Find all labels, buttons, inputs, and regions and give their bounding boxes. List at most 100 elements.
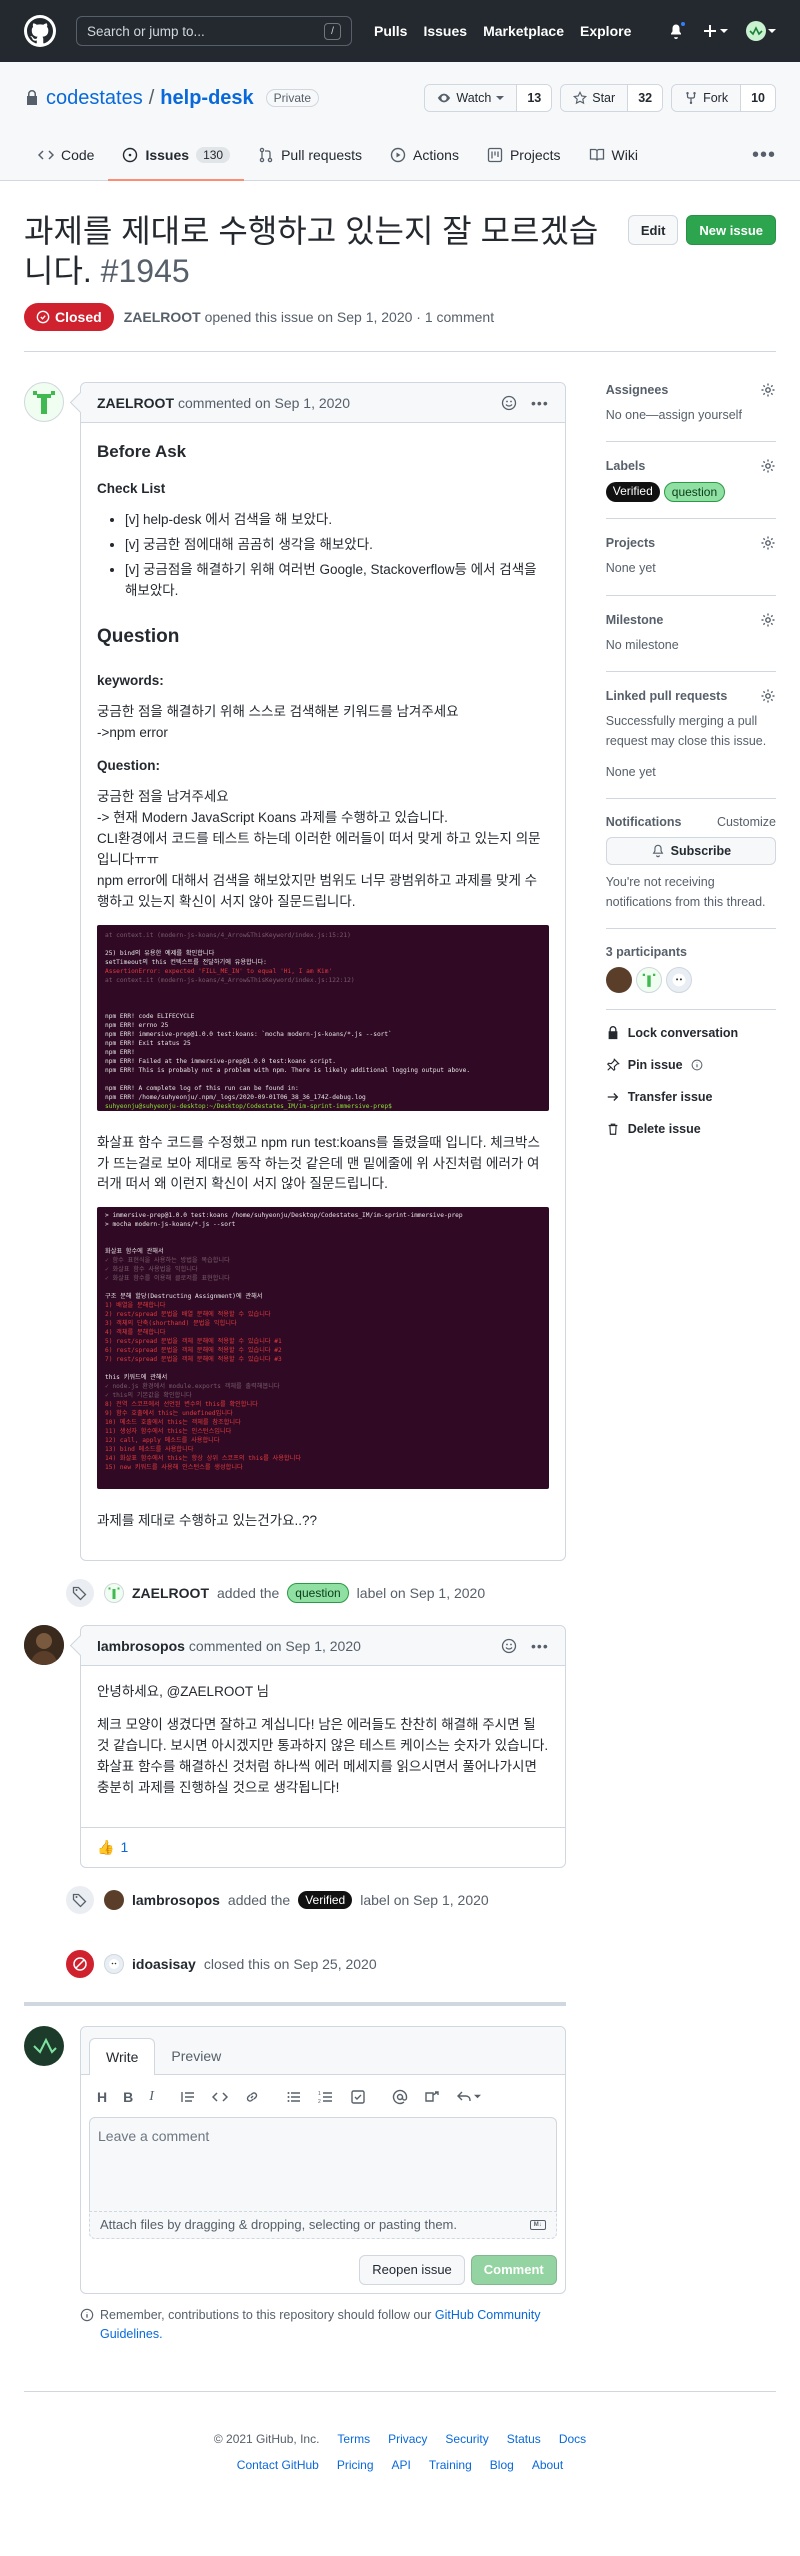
- footer-link-privacy[interactable]: Privacy: [388, 2432, 427, 2446]
- edit-title-button[interactable]: Edit: [627, 215, 679, 245]
- issue-author-link[interactable]: ZAELROOT: [124, 309, 201, 325]
- github-logo-icon[interactable]: [24, 15, 56, 47]
- checklist: [v] help-desk 에서 검색을 해 보았다. [v] 궁금한 점에대해…: [125, 510, 549, 602]
- watch-button[interactable]: Watch 13: [424, 84, 553, 112]
- nav-marketplace[interactable]: Marketplace: [483, 23, 564, 39]
- avatar[interactable]: [605, 967, 632, 993]
- bold-icon[interactable]: B: [123, 2089, 133, 2105]
- comment-date[interactable]: commented on Sep 1, 2020: [189, 1638, 361, 1654]
- footer-link-about[interactable]: About: [532, 2458, 563, 2472]
- footer-link-blog[interactable]: Blog: [490, 2458, 514, 2472]
- star-button[interactable]: Star 32: [560, 84, 664, 112]
- event-actor-link[interactable]: idoasisay: [132, 1956, 196, 1972]
- create-new-menu[interactable]: [702, 23, 728, 39]
- fork-count: 10: [741, 85, 775, 111]
- event-actor-link[interactable]: ZAELROOT: [132, 1585, 209, 1601]
- comment-button[interactable]: Comment: [470, 2254, 557, 2285]
- repo-owner-link[interactable]: codestates: [46, 87, 143, 110]
- markdown-icon[interactable]: M↓: [529, 2219, 546, 2230]
- terminal-screenshot[interactable]: > immersive-prep@1.0.0 test:koans /home/…: [97, 1207, 549, 1490]
- label-verified[interactable]: Verified: [298, 1890, 353, 1909]
- tab-write[interactable]: Write: [89, 2037, 156, 2075]
- unordered-list-icon[interactable]: [286, 2089, 302, 2105]
- avatar[interactable]: [665, 967, 692, 993]
- kebab-horizontal-icon[interactable]: •••: [531, 1638, 549, 1654]
- avatar[interactable]: [24, 2025, 64, 2066]
- gear-icon[interactable]: [760, 535, 776, 551]
- tab-code[interactable]: Code: [24, 130, 108, 180]
- footer-link-pricing[interactable]: Pricing: [337, 2458, 374, 2472]
- smiley-icon[interactable]: [501, 395, 517, 411]
- tab-actions[interactable]: Actions: [376, 130, 473, 180]
- heading-icon[interactable]: H: [97, 2089, 107, 2105]
- thumbs-up-reaction[interactable]: 👍 1: [97, 1839, 128, 1856]
- tab-projects[interactable]: Projects: [473, 130, 575, 180]
- ordered-list-icon[interactable]: 12: [318, 2089, 334, 2105]
- new-issue-button[interactable]: New issue: [686, 215, 776, 245]
- tasklist-icon[interactable]: [350, 2089, 366, 2105]
- customize-link[interactable]: Customize: [717, 815, 776, 829]
- avatar[interactable]: [635, 967, 662, 993]
- footer-link-status[interactable]: Status: [507, 2432, 541, 2446]
- transfer-issue-button[interactable]: Transfer issue: [606, 1090, 776, 1104]
- avatar[interactable]: [104, 1583, 124, 1604]
- gear-icon[interactable]: [760, 612, 776, 628]
- avatar[interactable]: [104, 1953, 124, 1974]
- repo-separator: /: [148, 86, 155, 109]
- tab-wiki[interactable]: Wiki: [575, 130, 652, 180]
- footer-link-api[interactable]: API: [392, 2458, 411, 2472]
- delete-issue-button[interactable]: Delete issue: [606, 1122, 776, 1136]
- footer-link-contact[interactable]: Contact GitHub: [237, 2458, 319, 2472]
- global-nav: Pulls Issues Marketplace Explore: [374, 23, 631, 39]
- user-menu[interactable]: [746, 21, 776, 41]
- nav-pulls[interactable]: Pulls: [374, 23, 407, 39]
- italic-icon[interactable]: I: [149, 2089, 154, 2105]
- tab-preview[interactable]: Preview: [155, 2038, 237, 2074]
- attach-files-bar[interactable]: Attach files by dragging & dropping, sel…: [89, 2210, 557, 2239]
- lock-conversation-button[interactable]: Lock conversation: [606, 1026, 776, 1040]
- search-input[interactable]: Search or jump to... /: [76, 16, 352, 46]
- reopen-issue-button[interactable]: Reopen issue: [359, 2254, 465, 2285]
- bell-icon: [652, 844, 664, 858]
- label-verified[interactable]: Verified: [605, 482, 660, 503]
- subscribe-button[interactable]: Subscribe: [605, 837, 776, 866]
- tab-issues[interactable]: Issues 130: [108, 130, 244, 181]
- quote-icon[interactable]: [180, 2089, 196, 2105]
- gear-icon[interactable]: [760, 458, 776, 474]
- reply-icon[interactable]: [456, 2089, 481, 2105]
- link-icon[interactable]: [244, 2089, 260, 2105]
- label-question[interactable]: question: [663, 482, 726, 503]
- code-icon[interactable]: [211, 2089, 228, 2105]
- terminal-screenshot[interactable]: at context.it (modern-js-koans/4_Arrow&T…: [97, 924, 549, 1111]
- gear-icon[interactable]: [760, 688, 776, 704]
- cross-reference-icon[interactable]: [424, 2089, 440, 2105]
- bell-icon[interactable]: [668, 20, 687, 39]
- nav-explore[interactable]: Explore: [580, 23, 631, 39]
- more-tabs-icon[interactable]: •••: [752, 144, 776, 167]
- event-actor-link[interactable]: lambrosopos: [132, 1892, 220, 1908]
- gear-icon[interactable]: [760, 382, 776, 398]
- footer-link-training[interactable]: Training: [429, 2458, 472, 2472]
- sidebar-actions: Lock conversation Pin issue Transfer iss…: [606, 1026, 776, 1136]
- footer-link-security[interactable]: Security: [445, 2432, 488, 2446]
- fork-button[interactable]: Fork 10: [671, 84, 776, 112]
- avatar[interactable]: [24, 1625, 64, 1666]
- pin-issue-button[interactable]: Pin issue: [606, 1058, 776, 1072]
- kebab-horizontal-icon[interactable]: •••: [531, 395, 549, 411]
- footer-link-docs[interactable]: Docs: [559, 2432, 586, 2446]
- comment-textarea[interactable]: Leave a comment: [89, 2116, 557, 2211]
- assignees-value[interactable]: No one—assign yourself: [606, 406, 776, 425]
- footer-link-terms[interactable]: Terms: [337, 2432, 370, 2446]
- nav-issues[interactable]: Issues: [423, 23, 467, 39]
- comment-author-link[interactable]: lambrosopos: [97, 1638, 185, 1654]
- label-question[interactable]: question: [287, 1583, 349, 1604]
- comment-date[interactable]: commented on Sep 1, 2020: [178, 395, 350, 411]
- avatar[interactable]: [104, 1889, 124, 1910]
- comment-header: ZAELROOT commented on Sep 1, 2020 •••: [81, 383, 565, 423]
- repo-name-link[interactable]: help-desk: [160, 87, 253, 110]
- mention-icon[interactable]: [392, 2089, 408, 2105]
- smiley-icon[interactable]: [501, 1638, 517, 1654]
- avatar[interactable]: [24, 382, 64, 422]
- comment-author-link[interactable]: ZAELROOT: [97, 395, 174, 411]
- tab-pull-requests[interactable]: Pull requests: [244, 130, 376, 180]
